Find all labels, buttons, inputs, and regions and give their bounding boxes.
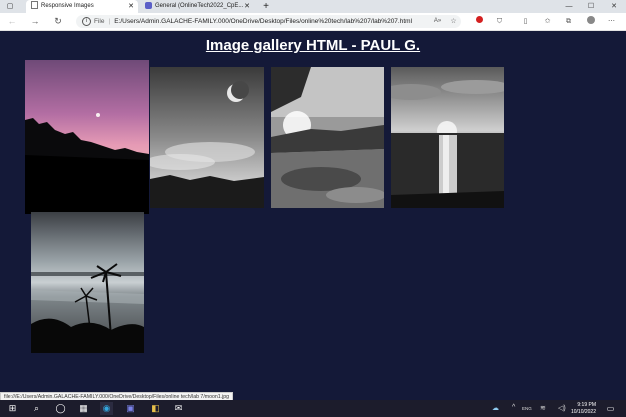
tab-general-teams[interactable]: General (OnlineTech2022_CpE... ✕ (140, 0, 254, 13)
address-bar[interactable]: i File | E:/Users/Admin.GALACHE-FAMILY.000/… (76, 15, 461, 28)
read-aloud-icon[interactable]: A» (432, 16, 443, 27)
page-icon (31, 1, 38, 10)
sunburst-river-image (271, 67, 384, 208)
refresh-icon[interactable]: ↻ (52, 16, 64, 27)
shield-icon[interactable]: ⛉ (494, 16, 505, 27)
tab-actions-icon[interactable]: ▢ (4, 0, 16, 13)
task-view-icon[interactable]: ◯ (54, 402, 67, 415)
palm-beach-image (31, 212, 144, 353)
close-tab-icon[interactable]: ✕ (128, 0, 134, 13)
forward-icon[interactable]: → (29, 16, 41, 27)
profile-icon[interactable] (585, 16, 596, 27)
store-icon[interactable]: ◧ (149, 402, 162, 415)
tray-chevron-icon[interactable]: ^ (512, 404, 515, 411)
cloud-icon[interactable]: ☁ (492, 404, 499, 412)
gallery-image[interactable] (150, 67, 264, 208)
teams-taskbar-icon[interactable]: ▣ (124, 402, 137, 415)
gallery-image[interactable] (31, 212, 144, 353)
windows-taskbar: ⊞ ⌕ ◯ ▦ ◉ ▣ ◧ ✉ ☁ ^ ENG ≋ ◁) 9:19 PM 10/… (0, 400, 626, 417)
wifi-icon[interactable]: ≋ (540, 404, 546, 412)
gallery-image[interactable] (391, 67, 504, 208)
split-screen-icon[interactable]: ▯ (520, 16, 531, 27)
favorites-icon[interactable]: ✩ (542, 16, 553, 27)
clock-date: 10/10/2022 (570, 408, 596, 415)
notifications-icon[interactable]: ▭ (604, 402, 617, 415)
browser-tab-bar: ▢ Responsive Images ✕ General (OnlineTec… (0, 0, 626, 13)
volume-icon[interactable]: ◁) (558, 404, 566, 412)
clock[interactable]: 9:19 PM 10/10/2022 (571, 402, 596, 415)
url-text: E:/Users/Admin.GALACHE-FAMILY.000/OneDri… (114, 18, 413, 25)
maximize-button[interactable]: ☐ (580, 0, 602, 13)
minimize-button[interactable]: — (558, 0, 580, 13)
new-tab-button[interactable]: + (260, 0, 272, 13)
add-favorite-icon[interactable]: ☆ (448, 16, 459, 27)
close-tab-icon[interactable]: ✕ (244, 0, 250, 13)
start-icon[interactable]: ⊞ (6, 402, 19, 415)
close-window-button[interactable]: ✕ (603, 0, 625, 13)
waterfall-image (391, 67, 504, 208)
tab-title: Responsive Images (41, 3, 94, 9)
more-options-icon[interactable]: ⋯ (606, 16, 617, 27)
extension-red-icon[interactable] (474, 16, 485, 27)
info-icon[interactable]: i (82, 16, 91, 26)
page-content: Image gallery HTML - PAUL G. (0, 31, 626, 393)
widgets-icon[interactable]: ▦ (77, 402, 90, 415)
tray-text: ENG (522, 406, 532, 411)
address-toolbar: ← → ↻ i File | E:/Users/Admin.GALACHE-FAMIL… (0, 13, 626, 31)
gallery-image[interactable] (25, 60, 149, 214)
gallery-image[interactable] (271, 67, 384, 208)
back-icon[interactable]: ← (6, 16, 18, 27)
collections-icon[interactable]: ⧉ (563, 16, 574, 27)
page-title: Image gallery HTML - PAUL G. (205, 37, 421, 54)
moon-clouds-image (150, 67, 264, 208)
search-icon[interactable]: ⌕ (30, 402, 43, 415)
pink-sky-forest-image (25, 60, 149, 214)
tab-title: General (OnlineTech2022_CpE... (155, 3, 244, 9)
edge-icon[interactable]: ◉ (100, 402, 113, 415)
teams-icon (145, 1, 152, 9)
url-divider: | (108, 18, 111, 25)
tab-responsive-images[interactable]: Responsive Images ✕ (26, 0, 138, 13)
protocol-label: File (94, 18, 105, 25)
mail-icon[interactable]: ✉ (172, 402, 185, 415)
